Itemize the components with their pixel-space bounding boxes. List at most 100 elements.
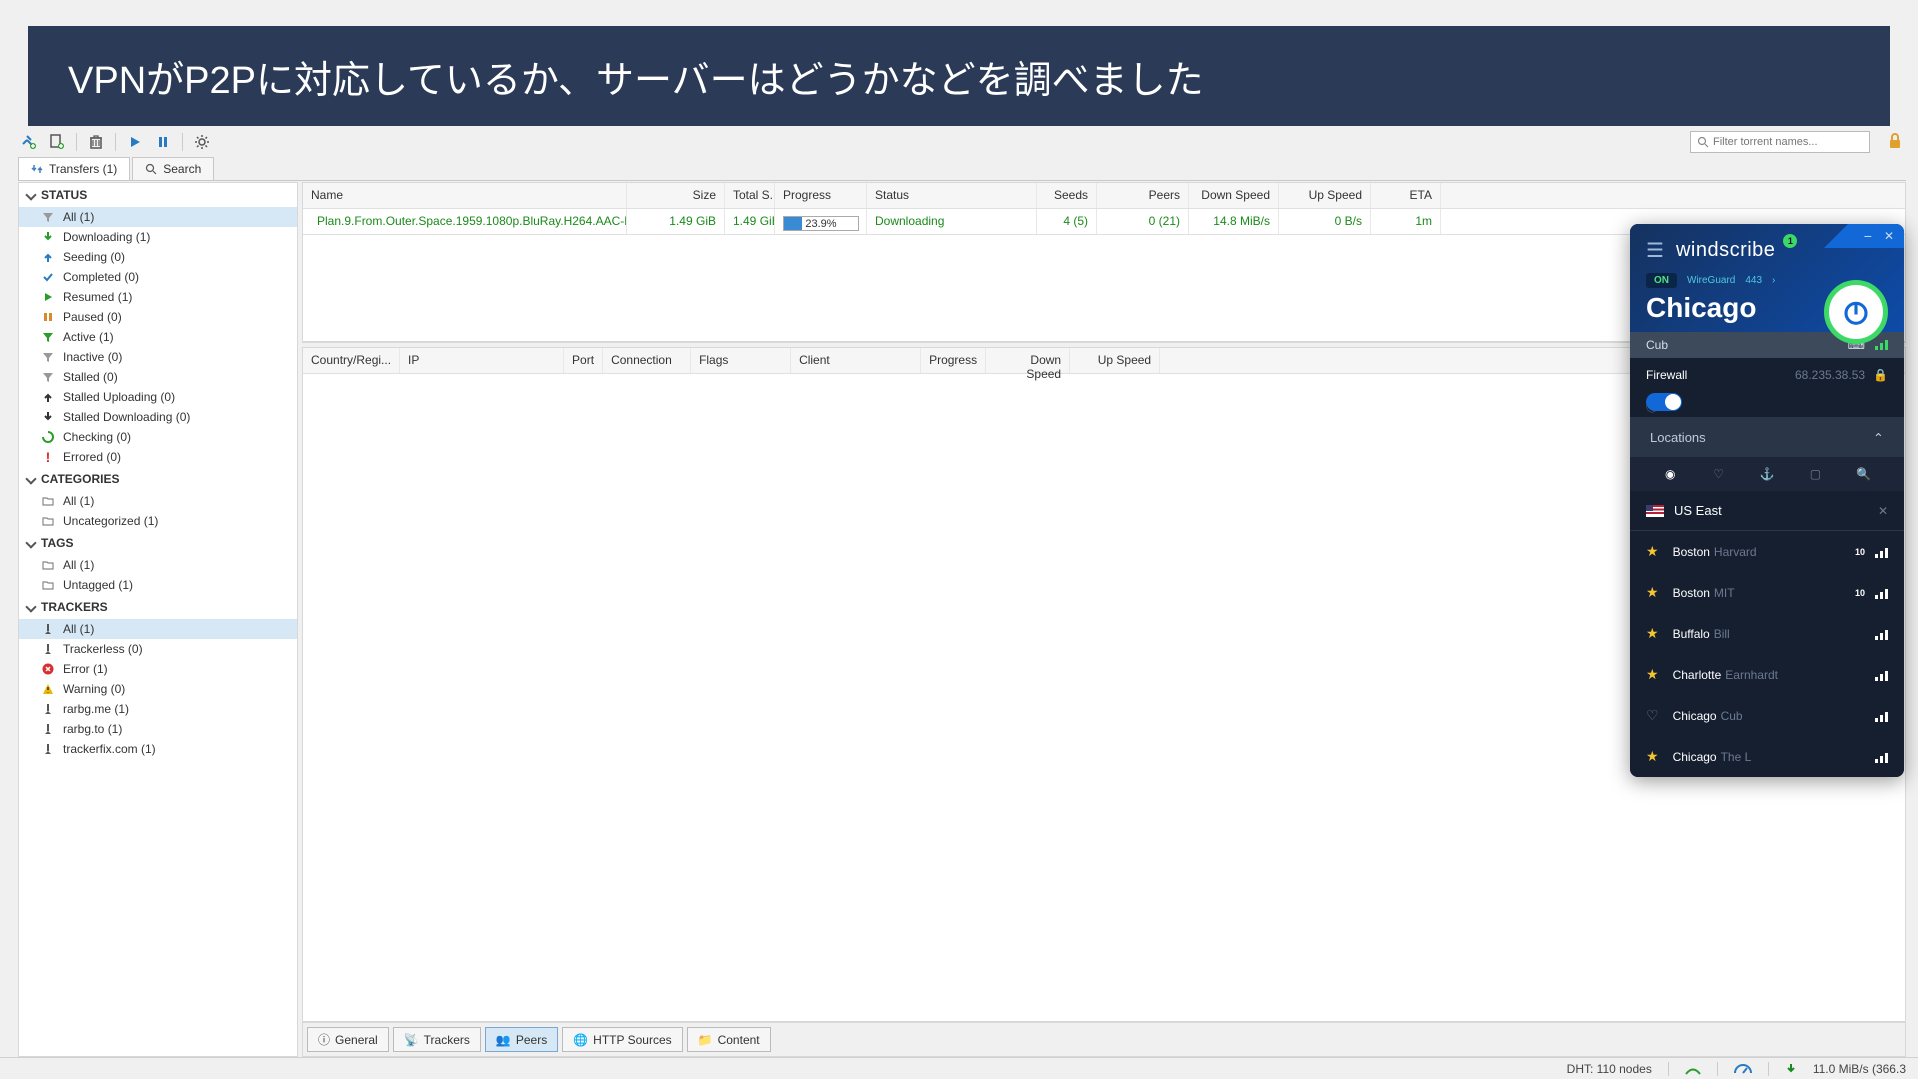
col-size[interactable]: Size bbox=[627, 183, 725, 208]
sidebar-item[interactable]: Paused (0) bbox=[19, 307, 297, 327]
config-icon[interactable]: ▢ bbox=[1805, 467, 1825, 481]
col-name[interactable]: Name bbox=[303, 183, 627, 208]
folder-icon bbox=[41, 514, 55, 528]
sidebar-item[interactable]: Untagged (1) bbox=[19, 575, 297, 595]
trackers-header[interactable]: TRACKERS bbox=[19, 595, 297, 619]
minimize-button[interactable]: − bbox=[1864, 228, 1872, 244]
chevron-down-icon bbox=[25, 601, 36, 612]
sidebar-item-label: Seeding (0) bbox=[63, 250, 125, 264]
sidebar-item[interactable]: Inactive (0) bbox=[19, 347, 297, 367]
sidebar-item[interactable]: Uncategorized (1) bbox=[19, 511, 297, 531]
close-button[interactable]: ✕ bbox=[1884, 229, 1894, 243]
sidebar-item[interactable]: Stalled Uploading (0) bbox=[19, 387, 297, 407]
col-up-speed[interactable]: Up Speed bbox=[1279, 183, 1371, 208]
firewall-toggle[interactable] bbox=[1646, 393, 1682, 411]
sidebar-item[interactable]: All (1) bbox=[19, 555, 297, 575]
vpn-server-item[interactable]: ★ BuffaloBill bbox=[1630, 613, 1904, 654]
tab-content[interactable]: 📁Content bbox=[687, 1027, 771, 1052]
col-client[interactable]: Client bbox=[791, 348, 921, 373]
sidebar-item[interactable]: trackerfix.com (1) bbox=[19, 739, 297, 759]
power-button[interactable] bbox=[1824, 280, 1888, 344]
tab-transfers[interactable]: Transfers (1) bbox=[18, 157, 130, 180]
server-name: Charlotte bbox=[1673, 668, 1722, 682]
col-peer-down[interactable]: Down Speed bbox=[986, 348, 1070, 373]
folder-icon bbox=[41, 578, 55, 592]
tab-peers[interactable]: 👥Peers bbox=[485, 1027, 558, 1052]
sidebar-item[interactable]: Resumed (1) bbox=[19, 287, 297, 307]
categories-header[interactable]: CATEGORIES bbox=[19, 467, 297, 491]
sidebar-item[interactable]: rarbg.me (1) bbox=[19, 699, 297, 719]
star-icon[interactable]: ★ bbox=[1646, 625, 1659, 642]
sidebar-item[interactable]: Active (1) bbox=[19, 327, 297, 347]
sidebar-item[interactable]: All (1) bbox=[19, 207, 297, 227]
sidebar-item[interactable]: Completed (0) bbox=[19, 267, 297, 287]
vpn-window[interactable]: − ✕ ☰ windscribe 1 ON WireGuard 443 › Ch… bbox=[1630, 224, 1904, 777]
delete-button[interactable] bbox=[87, 133, 105, 151]
tags-header[interactable]: TAGS bbox=[19, 531, 297, 555]
sidebar-item[interactable]: All (1) bbox=[19, 491, 297, 511]
col-eta[interactable]: ETA bbox=[1371, 183, 1441, 208]
star-icon[interactable]: ★ bbox=[1646, 584, 1659, 601]
col-progress[interactable]: Progress bbox=[775, 183, 867, 208]
col-total-size[interactable]: Total S... bbox=[725, 183, 775, 208]
col-port[interactable]: Port bbox=[564, 348, 603, 373]
vpn-server-item[interactable]: ★ BostonMIT 10 bbox=[1630, 572, 1904, 613]
col-down-speed[interactable]: Down Speed bbox=[1189, 183, 1279, 208]
search-icon[interactable]: 🔍 bbox=[1854, 467, 1874, 481]
col-ip[interactable]: IP bbox=[400, 348, 564, 373]
location-filter-row: ◉ ♡ ⚓ ▢ 🔍 bbox=[1630, 457, 1904, 491]
col-peers[interactable]: Peers bbox=[1097, 183, 1189, 208]
col-peer-progress[interactable]: Progress bbox=[921, 348, 986, 373]
settings-button[interactable] bbox=[193, 133, 211, 151]
pause-button[interactable] bbox=[154, 133, 172, 151]
close-icon[interactable]: ✕ bbox=[1878, 504, 1888, 518]
compass-icon[interactable]: ◉ bbox=[1660, 467, 1680, 481]
heart-icon[interactable]: ♡ bbox=[1709, 467, 1729, 481]
col-status[interactable]: Status bbox=[867, 183, 1037, 208]
sidebar-item[interactable]: Seeding (0) bbox=[19, 247, 297, 267]
chevron-right-icon[interactable]: › bbox=[1772, 275, 1775, 286]
tab-http-sources[interactable]: 🌐HTTP Sources bbox=[562, 1027, 682, 1052]
resume-button[interactable] bbox=[126, 133, 144, 151]
sidebar-item[interactable]: Checking (0) bbox=[19, 427, 297, 447]
region-header[interactable]: US East ✕ bbox=[1630, 491, 1904, 531]
port-label[interactable]: 443 bbox=[1745, 275, 1762, 286]
vpn-server-item[interactable]: ★ BostonHarvard 10 bbox=[1630, 531, 1904, 572]
vpn-server-item[interactable]: ★ ChicagoThe L bbox=[1630, 736, 1904, 777]
sidebar-item[interactable]: Stalled (0) bbox=[19, 367, 297, 387]
col-connection[interactable]: Connection bbox=[603, 348, 691, 373]
col-peer-up[interactable]: Up Speed bbox=[1070, 348, 1160, 373]
sidebar-item[interactable]: rarbg.to (1) bbox=[19, 719, 297, 739]
filter-input[interactable] bbox=[1713, 136, 1863, 148]
heart-icon[interactable]: ♡ bbox=[1646, 707, 1659, 724]
star-icon[interactable]: ★ bbox=[1646, 543, 1659, 560]
star-icon[interactable]: ★ bbox=[1646, 666, 1659, 683]
tab-trackers[interactable]: 📡Trackers bbox=[393, 1027, 481, 1052]
server-name: Chicago bbox=[1673, 750, 1717, 764]
vpn-server-item[interactable]: ★ CharlotteEarnhardt bbox=[1630, 654, 1904, 695]
sidebar-item[interactable]: Error (1) bbox=[19, 659, 297, 679]
sidebar-item[interactable]: !Errored (0) bbox=[19, 447, 297, 467]
sidebar-item[interactable]: Warning (0) bbox=[19, 679, 297, 699]
col-flags[interactable]: Flags bbox=[691, 348, 791, 373]
sidebar-item[interactable]: Stalled Downloading (0) bbox=[19, 407, 297, 427]
protocol-label[interactable]: WireGuard bbox=[1687, 275, 1735, 286]
signal-icon bbox=[1875, 751, 1888, 763]
tab-search[interactable]: Search bbox=[132, 157, 214, 180]
col-country[interactable]: Country/Regi... bbox=[303, 348, 400, 373]
star-icon[interactable]: ★ bbox=[1646, 748, 1659, 765]
sidebar-item[interactable]: All (1) bbox=[19, 619, 297, 639]
filter-box[interactable] bbox=[1690, 131, 1870, 153]
status-header[interactable]: STATUS bbox=[19, 183, 297, 207]
add-torrent-link-button[interactable] bbox=[20, 133, 38, 151]
sidebar-item[interactable]: Trackerless (0) bbox=[19, 639, 297, 659]
vpn-server-item[interactable]: ♡ ChicagoCub bbox=[1630, 695, 1904, 736]
anchor-icon[interactable]: ⚓ bbox=[1757, 467, 1777, 481]
menu-button[interactable]: ☰ bbox=[1646, 238, 1664, 263]
tab-general[interactable]: ⓘGeneral bbox=[307, 1027, 389, 1052]
col-seeds[interactable]: Seeds bbox=[1037, 183, 1097, 208]
add-torrent-file-button[interactable] bbox=[48, 133, 66, 151]
lock-icon[interactable] bbox=[1886, 132, 1906, 152]
locations-header[interactable]: Locations ⌄ bbox=[1630, 417, 1904, 457]
sidebar-item[interactable]: Downloading (1) bbox=[19, 227, 297, 247]
